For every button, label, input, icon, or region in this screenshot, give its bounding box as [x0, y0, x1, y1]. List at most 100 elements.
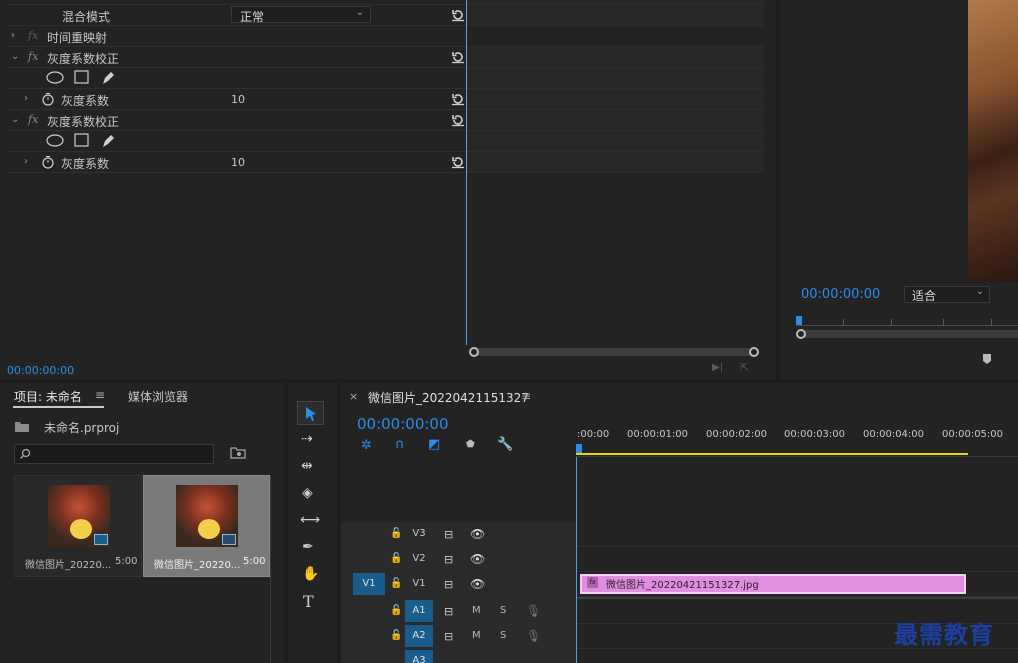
project-item-selected[interactable]: 微信图片_20220... 5:00	[143, 475, 270, 577]
fx-row-gamma-1[interactable]: ⌄ fx 灰度系数校正	[7, 47, 466, 68]
work-area-bar[interactable]	[576, 453, 968, 455]
keyframe-scrollbar[interactable]	[471, 348, 757, 356]
mute-button[interactable]: M	[472, 630, 481, 641]
track-lane-v2[interactable]	[577, 547, 1018, 572]
eye-icon[interactable]: 👁	[470, 577, 485, 591]
microphone-icon[interactable]: 🎙	[526, 604, 541, 618]
add-marker-icon[interactable]: ⬟	[466, 439, 475, 450]
search-input[interactable]	[14, 444, 214, 464]
new-bin-icon[interactable]	[230, 446, 246, 460]
ripple-edit-icon[interactable]: ⇹	[301, 458, 313, 474]
sync-lock-icon[interactable]: ⊟	[444, 578, 453, 591]
linked-selection-icon[interactable]: ◩	[428, 437, 440, 452]
stopwatch-icon[interactable]	[41, 92, 55, 106]
lock-icon[interactable]: 🔓	[390, 528, 402, 539]
rectangle-mask-icon[interactable]	[74, 133, 89, 148]
program-playhead[interactable]	[796, 316, 802, 325]
pen-mask-icon[interactable]	[100, 69, 117, 86]
rectangle-mask-icon[interactable]	[74, 70, 89, 85]
panel-menu-icon[interactable]: ≡	[95, 388, 105, 402]
track-target-v3[interactable]: V3	[407, 523, 431, 545]
fit-select[interactable]: 适合 ⌄	[904, 286, 990, 303]
keyframe-area[interactable]: ▶| ⇱	[466, 0, 776, 379]
fx-icon[interactable]: fx	[28, 50, 38, 63]
sync-lock-icon[interactable]: ⊟	[444, 630, 453, 643]
zoom-handle[interactable]	[796, 329, 806, 339]
fx-row-gamma-2[interactable]: ⌄ fx 灰度系数校正	[7, 110, 466, 131]
razor-icon[interactable]: ◈	[302, 485, 313, 501]
ellipse-mask-icon[interactable]	[46, 134, 64, 147]
keyframe-row	[466, 26, 764, 47]
selection-arrow-icon	[306, 407, 316, 421]
solo-button[interactable]: S	[500, 605, 506, 616]
program-zoom-bar[interactable]	[802, 330, 1018, 338]
playhead-handle[interactable]	[576, 444, 582, 453]
filter-icon[interactable]: ▶|	[712, 362, 723, 373]
type-tool-icon[interactable]: T	[303, 592, 314, 611]
track-lane-v3[interactable]	[577, 522, 1018, 547]
lock-icon[interactable]: 🔓	[390, 578, 402, 589]
program-timecode[interactable]: 00:00:00:00	[801, 287, 880, 302]
lock-icon[interactable]: 🔓	[390, 553, 402, 564]
selection-tool[interactable]	[297, 401, 324, 425]
pen-mask-icon[interactable]	[100, 132, 117, 149]
hand-tool-icon[interactable]: ✋	[302, 566, 319, 582]
time-ruler[interactable]: :00:00 00:00:01:00 00:00:02:00 00:00:03:…	[576, 423, 1018, 457]
snap-icon[interactable]: ∩	[395, 437, 405, 452]
chevron-down-icon[interactable]: ⌄	[11, 114, 19, 125]
reset-icon[interactable]	[451, 50, 465, 64]
fx-icon[interactable]: fx	[28, 113, 38, 126]
chevron-right-icon[interactable]: ›	[24, 156, 28, 167]
reset-icon[interactable]	[451, 92, 465, 106]
export-icon[interactable]: ⇱	[740, 361, 749, 374]
reset-icon[interactable]	[451, 155, 465, 169]
sequence-tab[interactable]: 微信图片_20220421151327	[368, 389, 529, 406]
microphone-icon[interactable]: 🎙	[526, 629, 541, 643]
mute-button[interactable]: M	[472, 605, 481, 616]
timeline-timecode[interactable]: 00:00:00:00	[357, 415, 449, 433]
program-ruler[interactable]	[796, 316, 1018, 326]
scroll-handle-right[interactable]	[749, 347, 759, 357]
pen-tool-icon[interactable]: ✒	[302, 539, 314, 555]
chevron-right-icon[interactable]: ›	[24, 93, 28, 104]
sync-lock-icon[interactable]: ⊟	[444, 553, 453, 566]
clip-type-icon	[222, 534, 236, 545]
track-target-a3[interactable]: A3	[405, 650, 433, 663]
wrench-icon[interactable]: 🔧	[497, 437, 513, 452]
stopwatch-icon[interactable]	[41, 155, 55, 169]
solo-button[interactable]: S	[500, 630, 506, 641]
project-item[interactable]: 微信图片_20220... 5:00	[14, 475, 142, 577]
timeline-clip[interactable]: fx 微信图片_20220421151327.jpg	[580, 574, 966, 594]
track-target-a2[interactable]: A2	[405, 625, 433, 647]
chevron-down-icon[interactable]: ⌄	[11, 51, 19, 62]
blend-mode-select[interactable]: 正常 ⌄	[231, 6, 371, 24]
tab-project[interactable]: 项目: 未命名	[14, 388, 82, 405]
nest-icon[interactable]: ✲	[361, 438, 372, 453]
scroll-handle-left[interactable]	[469, 347, 479, 357]
sync-lock-icon[interactable]: ⊟	[444, 605, 453, 618]
fx-row-time-remap[interactable]: › fx 时间重映射	[7, 26, 466, 47]
gamma-value[interactable]: 10	[231, 93, 245, 106]
track-select-icon[interactable]: ⇢	[301, 431, 313, 447]
slip-icon[interactable]: ⟷	[300, 512, 320, 528]
source-patch-v1[interactable]: V1	[353, 573, 385, 595]
lock-icon[interactable]: 🔓	[390, 630, 402, 641]
lock-icon[interactable]: 🔓	[390, 605, 402, 616]
fx-timecode[interactable]: 00:00:00:00	[7, 364, 74, 377]
track-target-v1[interactable]: V1	[407, 573, 431, 595]
tools-panel: ⇢ ⇹ ◈ ⟷ ✒ ✋ T	[288, 383, 337, 663]
ellipse-mask-icon[interactable]	[46, 71, 64, 84]
track-target-v2[interactable]: V2	[407, 548, 431, 570]
sync-lock-icon[interactable]: ⊟	[444, 528, 453, 541]
gamma-value[interactable]: 10	[231, 156, 245, 169]
close-icon[interactable]: ×	[349, 390, 358, 403]
eye-icon[interactable]: 👁	[470, 552, 485, 566]
tab-media-browser[interactable]: 媒体浏览器	[128, 388, 188, 405]
reset-icon[interactable]	[451, 8, 465, 22]
chevron-right-icon[interactable]: ›	[11, 30, 15, 41]
marker-icon[interactable]	[982, 353, 992, 365]
panel-menu-icon[interactable]: ≡	[521, 389, 531, 403]
eye-icon[interactable]: 👁	[470, 527, 485, 541]
track-target-a1[interactable]: A1	[405, 600, 433, 622]
reset-icon[interactable]	[451, 113, 465, 127]
